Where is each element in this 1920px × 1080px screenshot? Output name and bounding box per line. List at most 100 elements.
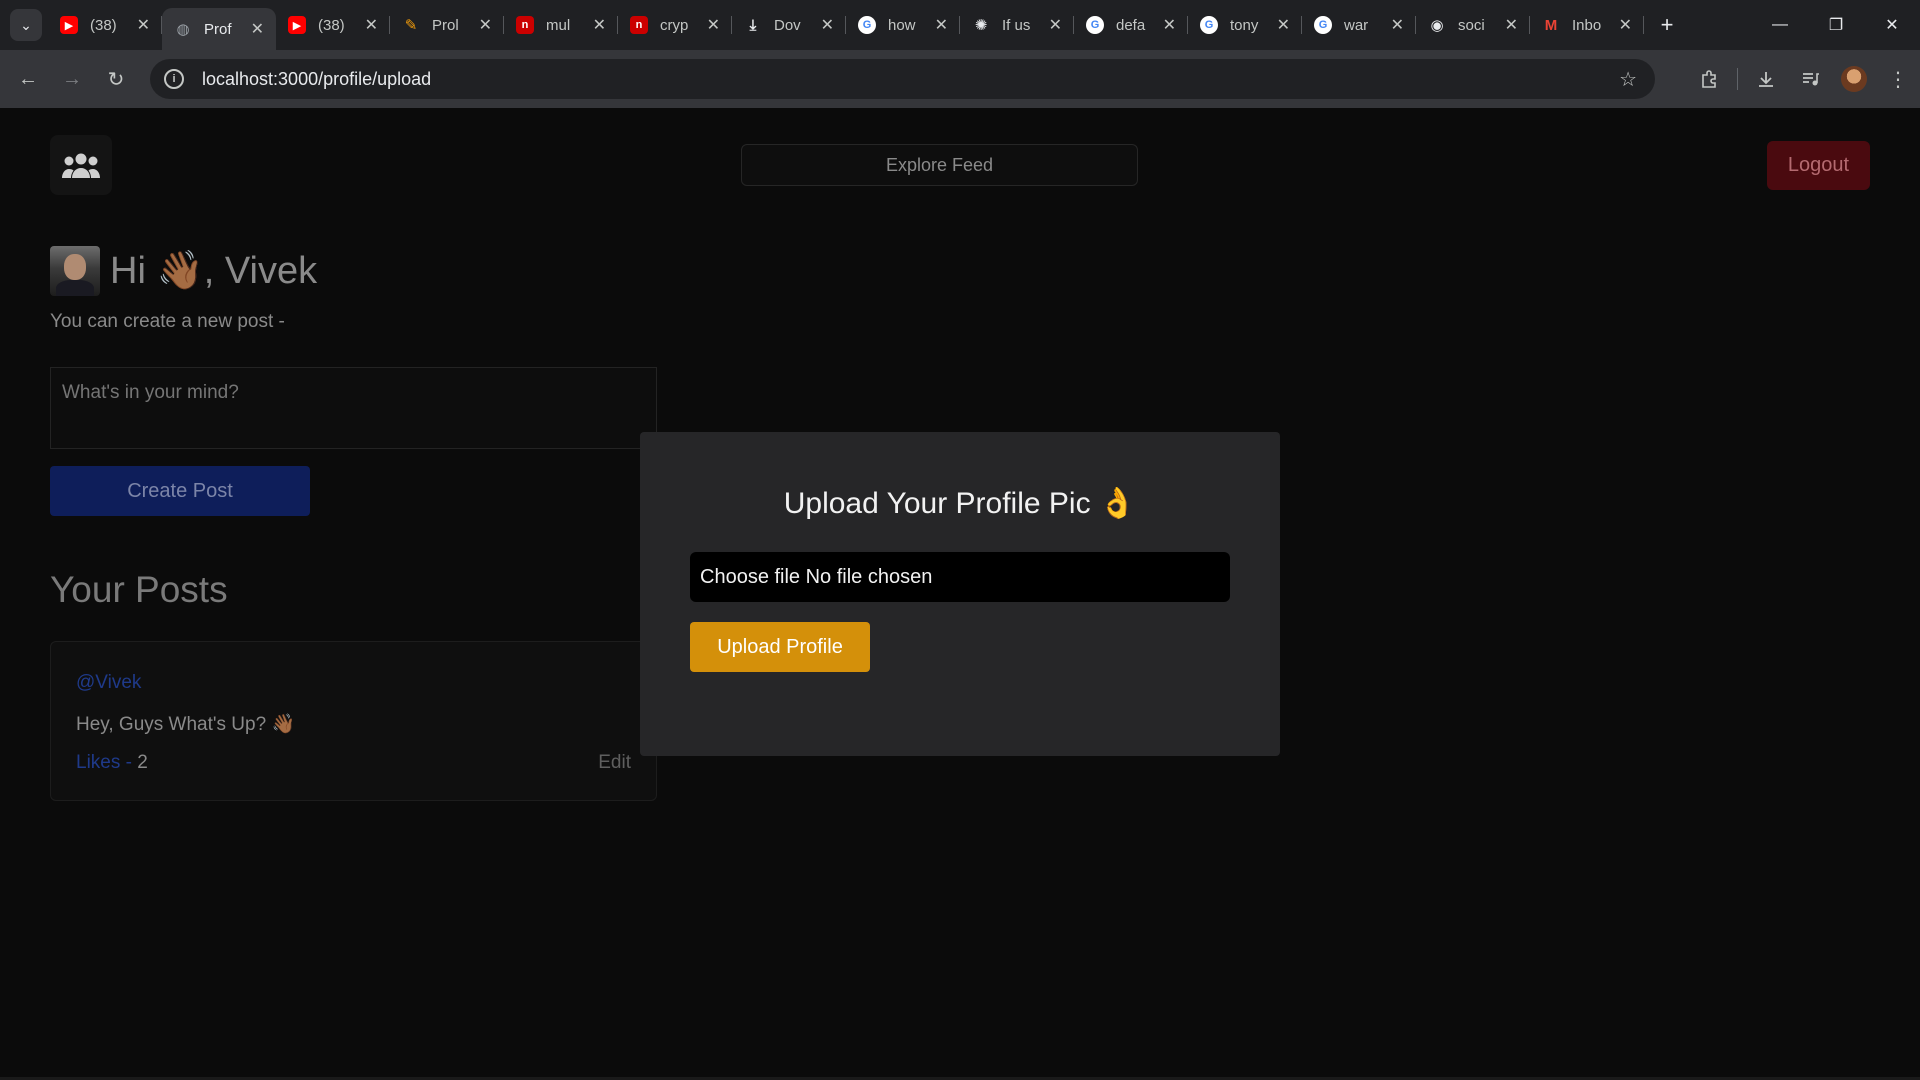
tab-title: mul <box>546 16 571 34</box>
new-tab-button[interactable]: + <box>1650 8 1684 42</box>
forward-button[interactable]: → <box>50 59 94 99</box>
url-text[interactable]: localhost:3000/profile/upload <box>202 69 431 90</box>
browser-tab[interactable]: Gwar ✕ <box>1302 0 1416 50</box>
tab-title: soci <box>1458 16 1485 34</box>
tab-title: Inbo <box>1572 16 1602 34</box>
plus-icon: + <box>1660 12 1674 37</box>
window-controls: — ❐ ✕ <box>1752 0 1920 50</box>
close-tab-icon[interactable]: ✕ <box>821 15 834 35</box>
browser-tab[interactable]: Ghow ✕ <box>846 0 960 50</box>
close-tab-icon[interactable]: ✕ <box>251 19 264 39</box>
download-icon: ⤓ <box>749 16 757 34</box>
browser-tab[interactable]: Gtony ✕ <box>1188 0 1302 50</box>
tab-title: (38) <box>90 16 117 34</box>
restore-icon: ❐ <box>1828 17 1844 34</box>
tab-title: tony <box>1230 16 1259 34</box>
close-tab-icon[interactable]: ✕ <box>365 15 378 35</box>
browser-tab[interactable]: ◉ soci ✕ <box>1416 0 1530 50</box>
arrow-left-icon: ← <box>18 67 38 90</box>
upload-profile-modal: Upload Your Profile Pic 👌 Choose file No… <box>640 432 1280 756</box>
logout-button[interactable]: Logout <box>1767 141 1870 190</box>
address-bar[interactable]: i localhost:3000/profile/upload ☆ <box>150 59 1655 99</box>
tab-title: war <box>1344 16 1369 34</box>
close-tab-icon[interactable]: ✕ <box>479 15 492 35</box>
close-tab-icon[interactable]: ✕ <box>1277 15 1290 35</box>
greeting: Hi 👋🏾, Vivek <box>50 246 317 296</box>
tab-title: how <box>888 16 916 34</box>
close-tab-icon[interactable]: ✕ <box>1163 15 1176 35</box>
tab-title: defa <box>1116 16 1146 34</box>
close-tab-icon[interactable]: ✕ <box>593 15 606 35</box>
app-page: Explore Feed Logout Hi 👋🏾, Vivek You can… <box>0 108 1920 1080</box>
google-icon: G <box>1200 16 1218 34</box>
browser-tab[interactable]: Gdefa ✕ <box>1074 0 1188 50</box>
greeting-subtitle: You can create a new post - <box>50 311 285 332</box>
tab-title: cryp <box>660 16 689 34</box>
media-control-icon[interactable] <box>1788 69 1832 89</box>
minimize-button[interactable]: — <box>1752 0 1808 50</box>
upload-profile-button[interactable]: Upload Profile <box>690 622 870 672</box>
explore-feed-button[interactable]: Explore Feed <box>741 144 1138 186</box>
chatgpt-icon: ✺ <box>974 17 988 34</box>
menu-kebab-icon[interactable]: ⋮ <box>1876 67 1920 92</box>
browser-tab[interactable]: M Inbo ✕ <box>1530 0 1644 50</box>
youtube-icon: ▶ <box>288 16 306 34</box>
browser-tab[interactable]: n mul ✕ <box>504 0 618 50</box>
extensions-icon[interactable] <box>1687 69 1731 89</box>
toolbar-divider <box>1737 68 1738 90</box>
google-icon: G <box>1314 16 1332 34</box>
greeting-text: Hi 👋🏾, Vivek <box>110 250 318 292</box>
site-info-icon[interactable]: i <box>164 69 184 89</box>
tab-search-button[interactable]: ⌄ <box>10 9 42 41</box>
post-content: Hey, Guys What's Up? 👋🏾 <box>76 714 296 735</box>
avatar[interactable] <box>50 246 100 296</box>
browser-tab[interactable]: ⤓ Dov ✕ <box>732 0 846 50</box>
toolbar-actions: ⋮ <box>1687 50 1920 108</box>
close-tab-icon[interactable]: ✕ <box>1619 15 1632 35</box>
restore-button[interactable]: ❐ <box>1808 0 1864 50</box>
arrow-right-icon: → <box>62 67 82 90</box>
reload-icon: ↻ <box>107 68 125 91</box>
your-posts-heading: Your Posts <box>50 569 228 610</box>
tab-title: Prof <box>204 20 232 38</box>
browser-tab[interactable]: ✺ If us ✕ <box>960 0 1074 50</box>
browser-tab[interactable]: ▶ (38) ✕ <box>276 0 390 50</box>
post-content-input[interactable] <box>50 367 657 449</box>
file-chooser-input[interactable]: Choose file No file chosen <box>690 552 1230 602</box>
globe-icon: ◍ <box>176 21 190 38</box>
browser-toolbar: ← → ↻ i localhost:3000/profile/upload ☆ … <box>0 50 1920 108</box>
tab-separator <box>1643 16 1644 34</box>
bookmark-star-icon[interactable]: ☆ <box>1619 67 1637 92</box>
close-tab-icon[interactable]: ✕ <box>1391 15 1404 35</box>
close-tab-icon[interactable]: ✕ <box>707 15 720 35</box>
downloads-icon[interactable] <box>1744 69 1788 89</box>
close-tab-icon[interactable]: ✕ <box>137 15 150 35</box>
tab-title: If us <box>1002 16 1031 34</box>
back-button[interactable]: ← <box>6 59 50 99</box>
likes-count: 2 <box>137 752 148 773</box>
profile-avatar[interactable] <box>1832 66 1876 92</box>
modal-title: Upload Your Profile Pic 👌 <box>783 487 1137 520</box>
browser-tab[interactable]: n cryp ✕ <box>618 0 732 50</box>
browser-tab[interactable]: ✎ Prol ✕ <box>390 0 504 50</box>
github-icon: ◉ <box>1430 17 1444 34</box>
app-logo[interactable] <box>50 135 112 195</box>
like-button[interactable]: Likes - <box>76 752 132 773</box>
tab-title: (38) <box>318 16 345 34</box>
edit-post-link[interactable]: Edit <box>598 752 631 774</box>
reload-button[interactable]: ↻ <box>94 59 138 99</box>
pen-icon: ✎ <box>404 17 418 34</box>
close-window-button[interactable]: ✕ <box>1864 0 1920 50</box>
close-tab-icon[interactable]: ✕ <box>1505 15 1518 35</box>
close-tab-icon[interactable]: ✕ <box>935 15 948 35</box>
close-tab-icon[interactable]: ✕ <box>1049 15 1062 35</box>
post-likes: Likes - 2 <box>76 752 148 774</box>
gmail-icon: M <box>1544 16 1558 34</box>
youtube-icon: ▶ <box>60 16 78 34</box>
google-icon: G <box>858 16 876 34</box>
browser-tab[interactable]: ◍ Prof ✕ <box>162 8 276 50</box>
create-post-button[interactable]: Create Post <box>50 466 310 516</box>
browser-tab[interactable]: ▶ (38) ✕ <box>48 0 162 50</box>
post-username[interactable]: @Vivek <box>76 672 141 694</box>
browser-tab-bar: ⌄ ▶ (38) ✕ ◍ Prof ✕ ▶ (38) ✕ ✎ Prol ✕ n mul ✕ n cryp ✕ ⤓ Do… <box>0 0 1920 50</box>
